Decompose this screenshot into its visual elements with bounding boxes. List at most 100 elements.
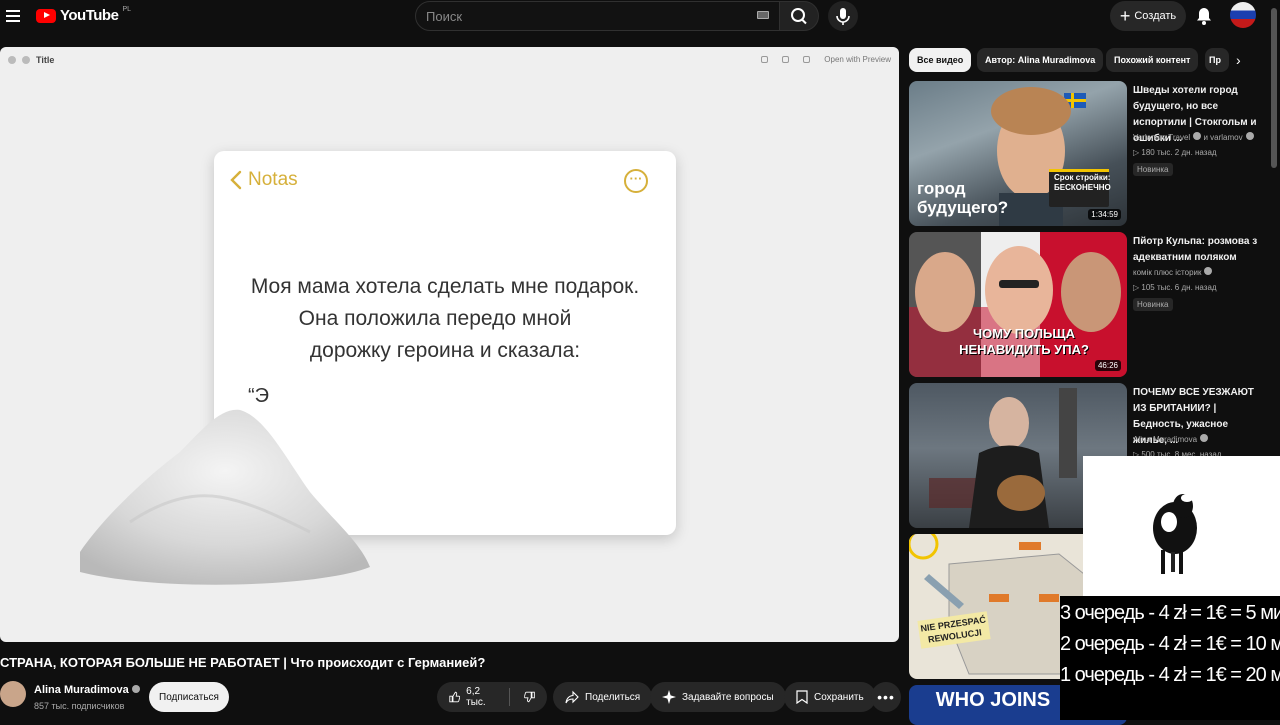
- search-button[interactable]: [779, 1, 819, 31]
- search-input[interactable]: Поиск: [415, 1, 780, 31]
- cow-icon: [1153, 494, 1197, 574]
- subscriber-count: 857 тыс. подписчиков: [34, 701, 125, 711]
- close-icon[interactable]: [8, 56, 16, 64]
- user-avatar[interactable]: [1230, 2, 1256, 28]
- save-label: Сохранить: [814, 691, 864, 703]
- like-dislike-group: 6,2 тыс.: [437, 682, 547, 712]
- dancing-cow-overlay: [1083, 456, 1280, 596]
- search-icon: [791, 8, 807, 25]
- minimize-icon[interactable]: [22, 56, 30, 64]
- more-horizontal-icon: •••: [877, 689, 895, 705]
- notes-line: Моя мама хотела сделать мне подарок.: [250, 275, 640, 298]
- new-badge: Новинка: [1133, 298, 1173, 311]
- chip-all-videos[interactable]: Все видео: [909, 48, 972, 72]
- queue-line: 2 очередь - 4 zł = 1€ = 10 мин: [1060, 633, 1280, 655]
- video-duration: 46:26: [1094, 360, 1121, 371]
- logo-text: YouTube: [60, 7, 119, 24]
- verified-icon: [1200, 434, 1209, 442]
- chevron-left-icon: [230, 170, 242, 190]
- queue-line: 1 очередь - 4 zł = 1€ = 20 мин: [1060, 664, 1280, 686]
- sparkle-icon: [662, 690, 676, 704]
- share-button[interactable]: Поделиться: [553, 682, 653, 712]
- thumbnail-caption: город будущего?: [917, 179, 1009, 217]
- recommendation-item[interactable]: Срок стройки: БЕСКОНЕЧНО город будущего?…: [909, 81, 1280, 226]
- recommendation-meta: ▷ 105 тыс. 6 дн. назад: [1133, 283, 1217, 292]
- save-button[interactable]: Сохранить: [784, 682, 876, 712]
- ask-questions-button[interactable]: Задавайте вопросы: [650, 682, 786, 712]
- video-player[interactable]: Title Open with Preview Notas ··· Моя ма…: [0, 47, 899, 642]
- top-bar: YouTube PL Поиск + Создать: [0, 0, 1280, 34]
- create-button[interactable]: + Создать: [1110, 1, 1186, 31]
- preview-toolbar: Open with Preview: [761, 55, 891, 64]
- like-count[interactable]: 6,2 тыс.: [466, 686, 495, 708]
- share-label: Поделиться: [585, 691, 641, 703]
- verified-icon: [1193, 132, 1202, 140]
- plus-icon: +: [1119, 6, 1131, 26]
- powder-pile-image: [80, 409, 370, 585]
- thumbnail-caption: WHO JOINS: [935, 689, 1051, 711]
- bell-icon: [1197, 8, 1211, 25]
- video-thumbnail[interactable]: Срок стройки: БЕСКОНЕЧНО город будущего?…: [909, 81, 1127, 226]
- verified-icon: [131, 685, 140, 693]
- notifications-button[interactable]: [1195, 6, 1213, 26]
- recommendation-title[interactable]: Пйотр Кульпа: розмова з адекватним поляк…: [1133, 234, 1263, 266]
- thumbs-down-icon[interactable]: [523, 690, 535, 704]
- country-code: PL: [122, 6, 131, 13]
- notes-back-label: Notas: [248, 169, 298, 190]
- notes-line: дорожку героина и сказала:: [309, 339, 581, 362]
- verified-icon: [1245, 132, 1254, 140]
- video-thumbnail[interactable]: ЧОМУ ПОЛЬЩА НЕНАВИДИТЬ УПА? 46:26: [909, 232, 1127, 377]
- channel-name[interactable]: Alina Muradimova: [34, 684, 140, 696]
- more-actions-button[interactable]: •••: [871, 682, 901, 712]
- search-placeholder: Поиск: [426, 9, 463, 24]
- subscribe-button[interactable]: Подписаться: [149, 682, 229, 712]
- notes-line: Она положила передо мной: [298, 307, 572, 330]
- markup-icon[interactable]: [761, 56, 769, 63]
- meta-text: 105 тыс. 6 дн. назад: [1141, 283, 1217, 292]
- channel-extra: и varlamov: [1203, 133, 1243, 142]
- video-title: СТРАНА, КОТОРАЯ БОЛЬШЕ НЕ РАБОТАЕТ | Что…: [0, 655, 486, 670]
- meta-text: 180 тыс. 2 дн. назад: [1141, 148, 1217, 157]
- microphone-icon: [836, 8, 850, 25]
- channel-text: Alina Muradimova: [1133, 435, 1198, 444]
- recommendation-channel[interactable]: Alina Muradimova: [1133, 434, 1209, 444]
- notes-text: Моя мама хотела сделать мне подарок. Она…: [214, 271, 676, 367]
- chip-more[interactable]: Пр: [1205, 48, 1229, 72]
- chevron-right-icon[interactable]: ›: [1236, 52, 1241, 68]
- recommendation-channel[interactable]: Varlamov Travel и varlamov: [1133, 132, 1254, 142]
- donation-queue-overlay: 3 очередь - 4 zł = 1€ = 5 мин 2 очередь …: [1060, 596, 1280, 720]
- youtube-play-icon: [36, 8, 56, 23]
- new-badge: Новинка: [1133, 163, 1173, 176]
- recommendation-channel[interactable]: комік плюс історик: [1133, 267, 1213, 277]
- chip-author[interactable]: Автор: Alina Muradimova: [977, 48, 1104, 72]
- ellipsis-circle-icon[interactable]: ···: [624, 169, 648, 193]
- channel-text: комік плюс історик: [1133, 268, 1202, 277]
- recommendation-meta: ▷ 180 тыс. 2 дн. назад: [1133, 148, 1217, 157]
- open-with-preview[interactable]: Open with Preview: [824, 55, 891, 64]
- thumbs-up-icon[interactable]: [449, 690, 461, 704]
- recommendation-item[interactable]: ЧОМУ ПОЛЬЩА НЕНАВИДИТЬ УПА? 46:26 Пйотр …: [909, 232, 1280, 377]
- bookmark-icon: [796, 690, 808, 704]
- ask-label: Задавайте вопросы: [682, 691, 774, 703]
- youtube-logo[interactable]: YouTube PL: [36, 6, 131, 24]
- menu-icon[interactable]: [6, 8, 20, 22]
- create-label: Создать: [1134, 10, 1177, 22]
- divider: [509, 688, 510, 706]
- thumbnail-sign-text: Срок стройки: БЕСКОНЕЧНО: [1054, 173, 1111, 192]
- rotate-icon[interactable]: [782, 56, 790, 63]
- video-duration: 1:34:59: [1088, 209, 1121, 220]
- notes-back-button[interactable]: Notas: [230, 169, 298, 191]
- window-title: Title: [36, 55, 55, 65]
- queue-line: 3 очередь - 4 zł = 1€ = 5 мин: [1060, 602, 1280, 624]
- thumbnail-caption: ЧОМУ ПОЛЬЩА НЕНАВИДИТЬ УПА?: [959, 326, 1089, 357]
- share-arrow-icon: [565, 690, 579, 704]
- channel-avatar[interactable]: [0, 681, 26, 707]
- channel-name-text: Alina Muradimova: [34, 684, 129, 696]
- channel-text: Varlamov Travel: [1133, 133, 1191, 142]
- chip-related[interactable]: Похожий контент: [1106, 48, 1199, 72]
- verified-icon: [1204, 267, 1213, 275]
- preview-titlebar: Title: [8, 55, 54, 65]
- share-icon[interactable]: [803, 56, 811, 63]
- keyboard-icon[interactable]: [757, 11, 769, 19]
- voice-search-button[interactable]: [828, 1, 858, 31]
